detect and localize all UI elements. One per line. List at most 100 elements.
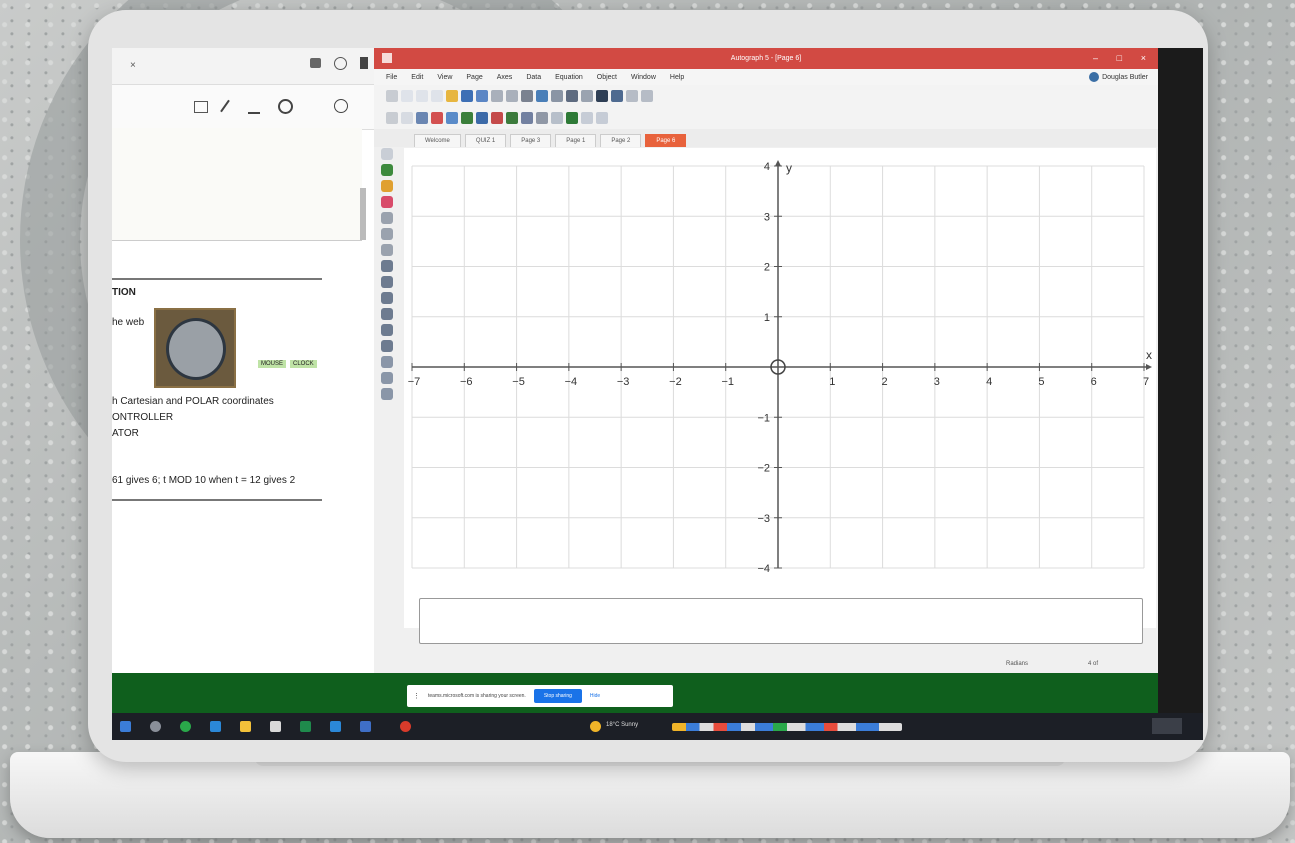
graph-svg[interactable]: −7 −6 −5 −4 −3 −2 −1 1 2 3 4 5 6 7 −4 −3 −2 −1 1 2 3 4 x y bbox=[404, 148, 1156, 596]
shape-icon[interactable] bbox=[461, 112, 473, 124]
acrobat-icon[interactable] bbox=[400, 721, 411, 732]
select-tool-icon[interactable] bbox=[381, 148, 393, 160]
user-menu[interactable]: Douglas Butler bbox=[1089, 72, 1148, 82]
new-2d-icon[interactable] bbox=[416, 90, 428, 102]
zoom-icon[interactable] bbox=[386, 112, 398, 124]
menu-help[interactable]: Help bbox=[670, 74, 684, 81]
equation-entry-box[interactable] bbox=[419, 598, 1143, 644]
circle-icon[interactable] bbox=[381, 340, 393, 352]
graph-icon[interactable] bbox=[536, 90, 548, 102]
menu-page[interactable]: Page bbox=[466, 74, 482, 81]
table-icon[interactable] bbox=[551, 90, 563, 102]
help-icon[interactable] bbox=[334, 57, 347, 70]
compass-icon[interactable] bbox=[581, 112, 593, 124]
clock-area[interactable] bbox=[1152, 718, 1182, 734]
lines-icon[interactable] bbox=[626, 90, 638, 102]
new-3d-icon[interactable] bbox=[431, 90, 443, 102]
axes-icon[interactable] bbox=[401, 112, 413, 124]
hand-icon[interactable] bbox=[381, 212, 393, 224]
x-tick-label: −7 bbox=[408, 376, 421, 388]
tab-page-3[interactable]: Page 3 bbox=[510, 134, 552, 147]
menu-data[interactable]: Data bbox=[526, 74, 541, 81]
book-icon[interactable] bbox=[596, 90, 608, 102]
menu-edit[interactable]: Edit bbox=[411, 74, 423, 81]
tab-page-6[interactable]: Page 6 bbox=[645, 134, 687, 147]
equation-icon[interactable] bbox=[521, 112, 533, 124]
menu-window[interactable]: Window bbox=[631, 74, 656, 81]
search-icon[interactable] bbox=[150, 721, 161, 732]
file-explorer-icon[interactable] bbox=[240, 721, 251, 732]
tab-close-icon[interactable]: × bbox=[130, 60, 136, 71]
new-icon[interactable] bbox=[401, 90, 413, 102]
text-icon[interactable] bbox=[581, 90, 593, 102]
point-tool-icon[interactable] bbox=[381, 164, 393, 176]
clock-link[interactable]: CLOCK bbox=[290, 360, 317, 368]
zoom-out-icon[interactable] bbox=[381, 244, 393, 256]
comment-tool-icon[interactable] bbox=[194, 101, 208, 113]
teams-icon[interactable] bbox=[360, 721, 371, 732]
sign-icon[interactable] bbox=[248, 100, 260, 114]
tray-icons[interactable] bbox=[672, 723, 902, 731]
segment-icon[interactable] bbox=[381, 292, 393, 304]
pen-icon[interactable] bbox=[220, 99, 230, 113]
select-icon[interactable] bbox=[386, 90, 398, 102]
minimize-button[interactable]: – bbox=[1093, 48, 1098, 69]
pencil-icon[interactable] bbox=[381, 180, 393, 192]
polygon-icon[interactable] bbox=[381, 276, 393, 288]
menu-view[interactable]: View bbox=[437, 74, 452, 81]
open-icon[interactable] bbox=[446, 90, 458, 102]
more-tools-icon[interactable] bbox=[381, 388, 393, 400]
menu-object[interactable]: Object bbox=[597, 74, 617, 81]
point-icon[interactable] bbox=[431, 112, 443, 124]
xy-icon[interactable] bbox=[536, 112, 548, 124]
transform-icon[interactable] bbox=[491, 112, 503, 124]
triangle-icon[interactable] bbox=[381, 260, 393, 272]
maximize-button[interactable]: □ bbox=[1117, 48, 1122, 69]
stop-sharing-button[interactable]: Stop sharing bbox=[533, 689, 582, 703]
tab-page-2[interactable]: Page 2 bbox=[600, 134, 642, 147]
eraser-icon[interactable] bbox=[381, 196, 393, 208]
copy-icon[interactable] bbox=[491, 90, 503, 102]
scrollbar-thumb[interactable] bbox=[360, 188, 366, 240]
hide-button[interactable]: Hide bbox=[590, 693, 600, 699]
chart-icon[interactable] bbox=[566, 90, 578, 102]
line-icon[interactable] bbox=[506, 112, 518, 124]
skype-icon[interactable] bbox=[210, 721, 221, 732]
word-icon[interactable] bbox=[330, 721, 341, 732]
protractor-icon[interactable] bbox=[596, 112, 608, 124]
save-icon[interactable] bbox=[461, 90, 473, 102]
undo-icon[interactable] bbox=[476, 90, 488, 102]
rotate-tool-icon[interactable] bbox=[381, 356, 393, 368]
menu-axes[interactable]: Axes bbox=[497, 74, 513, 81]
rotate-icon[interactable] bbox=[278, 99, 293, 114]
points-icon[interactable] bbox=[381, 308, 393, 320]
excel-icon[interactable] bbox=[300, 721, 311, 732]
filter-icon[interactable] bbox=[551, 112, 563, 124]
comment-icon[interactable] bbox=[310, 58, 321, 68]
person-icon[interactable] bbox=[611, 90, 623, 102]
start-icon[interactable] bbox=[120, 721, 131, 732]
close-button[interactable]: × bbox=[1141, 48, 1146, 69]
tab-welcome[interactable]: Welcome bbox=[414, 134, 461, 147]
graph-canvas[interactable]: −7 −6 −5 −4 −3 −2 −1 1 2 3 4 5 6 7 −4 −3 −2 −1 1 2 3 4 x y bbox=[404, 148, 1156, 628]
drag-handle-icon[interactable]: ⋮ bbox=[413, 692, 420, 700]
angle-icon[interactable] bbox=[521, 90, 533, 102]
share-icon[interactable] bbox=[334, 99, 348, 113]
turtle-icon[interactable] bbox=[566, 112, 578, 124]
vector-icon[interactable] bbox=[476, 112, 488, 124]
mouse-link[interactable]: MOUSE bbox=[258, 360, 287, 368]
tab-quiz-1[interactable]: QUIZ 1 bbox=[464, 134, 507, 147]
zoom-in-icon[interactable] bbox=[381, 228, 393, 240]
menu-equation[interactable]: Equation bbox=[555, 74, 583, 81]
grid-icon[interactable] bbox=[416, 112, 428, 124]
mirror-icon[interactable] bbox=[381, 372, 393, 384]
paste-icon[interactable] bbox=[506, 90, 518, 102]
tab-page-1[interactable]: Page 1 bbox=[555, 134, 597, 147]
whatsapp-icon[interactable] bbox=[180, 721, 191, 732]
curve-icon[interactable] bbox=[381, 324, 393, 336]
autograph-taskbar-icon[interactable] bbox=[270, 721, 281, 732]
bell-icon[interactable] bbox=[360, 57, 368, 69]
menu-file[interactable]: File bbox=[386, 74, 397, 81]
slider-icon[interactable] bbox=[446, 112, 458, 124]
ruler-icon[interactable] bbox=[641, 90, 653, 102]
